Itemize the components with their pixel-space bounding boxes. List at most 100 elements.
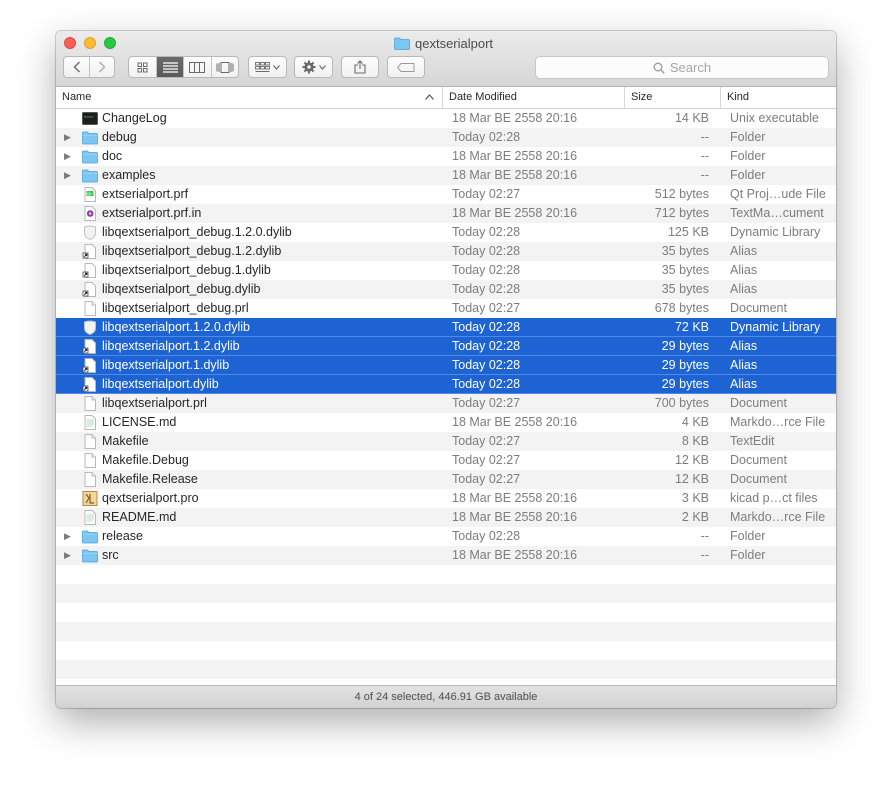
file-row[interactable]: Makefile Today 02:27 8 KB TextEdit bbox=[56, 432, 836, 451]
file-date-modified: 18 Mar BE 2558 20:16 bbox=[452, 206, 578, 220]
disclosure-triangle-icon[interactable]: ▶ bbox=[64, 527, 74, 546]
file-row[interactable]: libqextserialport_debug.dylib Today 02:28… bbox=[56, 280, 836, 299]
file-row[interactable]: ▶ src 18 Mar BE 2558 20:16 -- Folder bbox=[56, 546, 836, 565]
kicad-project-icon bbox=[82, 491, 98, 506]
arrange-button[interactable] bbox=[248, 56, 287, 78]
file-kind: Markdo…rce File bbox=[730, 415, 826, 429]
action-menu[interactable] bbox=[295, 57, 332, 77]
file-row[interactable]: libqextserialport.dylib Today 02:28 29 byt… bbox=[56, 375, 836, 394]
file-size: -- bbox=[700, 168, 709, 182]
file-size: 35 bytes bbox=[661, 282, 709, 296]
window-title-text: qextserialport bbox=[415, 35, 494, 51]
file-name: libqextserialport.1.dylib bbox=[102, 358, 230, 372]
file-row[interactable]: qextserialport.pro 18 Mar BE 2558 20:16 3 … bbox=[56, 489, 836, 508]
share-action[interactable] bbox=[342, 57, 378, 77]
folder-icon bbox=[394, 37, 410, 50]
file-row[interactable]: exec ChangeLog 18 Mar BE 2558 20:16 14 KB Un… bbox=[56, 109, 836, 128]
file-size: 125 KB bbox=[667, 225, 709, 239]
file-kind: Document bbox=[730, 453, 787, 467]
status-text: 4 of 24 selected, 446.91 GB available bbox=[354, 691, 538, 703]
disclosure-triangle-icon[interactable]: ▶ bbox=[64, 147, 74, 166]
action-button[interactable] bbox=[294, 56, 333, 78]
folder-icon bbox=[82, 168, 98, 183]
disclosure-triangle-icon[interactable]: ▶ bbox=[64, 128, 74, 147]
file-date-modified: Today 02:27 bbox=[452, 434, 521, 448]
chevron-down-icon bbox=[318, 64, 326, 70]
forward-button[interactable] bbox=[89, 57, 114, 77]
file-row[interactable]: libqextserialport.prl Today 02:27 700 byte… bbox=[56, 394, 836, 413]
file-row[interactable]: Makefile.Release Today 02:27 12 KB Document bbox=[56, 470, 836, 489]
file-row[interactable]: libqextserialport_debug.1.2.0.dylib Today… bbox=[56, 223, 836, 242]
file-size: -- bbox=[700, 529, 709, 543]
file-row[interactable]: libqextserialport.1.2.dylib Today 02:28 29… bbox=[56, 337, 836, 356]
share-icon bbox=[354, 60, 366, 74]
tag-icon bbox=[397, 62, 415, 72]
column-header-kind[interactable]: Kind bbox=[720, 87, 836, 108]
title-bar[interactable]: qextserialport Search bbox=[56, 31, 836, 87]
file-size: -- bbox=[700, 548, 709, 562]
disclosure-triangle-icon[interactable]: ▶ bbox=[64, 166, 74, 185]
minimize-button[interactable] bbox=[84, 37, 96, 49]
share-button[interactable] bbox=[341, 56, 379, 78]
file-row[interactable]: Qt extserialport.prf Today 02:27 512 bytes Q… bbox=[56, 185, 836, 204]
column-view-icon bbox=[189, 61, 206, 73]
file-row[interactable]: libqextserialport.1.dylib Today 02:28 29 b… bbox=[56, 356, 836, 375]
list-view-button[interactable] bbox=[156, 57, 183, 77]
file-size: 12 KB bbox=[674, 472, 709, 486]
file-size: 35 bytes bbox=[661, 244, 709, 258]
view-mode-buttons bbox=[128, 56, 239, 78]
tag-button[interactable] bbox=[387, 56, 425, 78]
folder-icon bbox=[82, 130, 98, 145]
file-kind: Dynamic Library bbox=[730, 225, 821, 239]
unix-executable-icon: exec bbox=[82, 111, 98, 126]
column-view-button[interactable] bbox=[183, 57, 211, 77]
file-kind: Folder bbox=[730, 529, 766, 543]
file-date-modified: Today 02:28 bbox=[452, 358, 521, 372]
disclosure-triangle-icon[interactable]: ▶ bbox=[64, 546, 74, 565]
file-row[interactable]: LICENSE.md 18 Mar BE 2558 20:16 4 KB Markdo… bbox=[56, 413, 836, 432]
file-name: libqextserialport.dylib bbox=[102, 377, 219, 391]
document-icon bbox=[82, 434, 98, 449]
file-row[interactable]: ▶ examples 18 Mar BE 2558 20:16 -- Folder bbox=[56, 166, 836, 185]
back-button[interactable] bbox=[64, 57, 89, 77]
close-button[interactable] bbox=[64, 37, 76, 49]
file-row[interactable]: Makefile.Debug Today 02:27 12 KB Document bbox=[56, 451, 836, 470]
zoom-button[interactable] bbox=[104, 37, 116, 49]
file-kind: Document bbox=[730, 472, 787, 486]
search-field[interactable]: Search bbox=[535, 56, 829, 79]
cover-flow-icon bbox=[216, 61, 234, 73]
arrange-menu[interactable] bbox=[249, 57, 286, 77]
file-date-modified: 18 Mar BE 2558 20:16 bbox=[452, 491, 578, 505]
column-header-size[interactable]: Size bbox=[624, 87, 720, 108]
file-date-modified: Today 02:28 bbox=[452, 529, 521, 543]
file-row[interactable]: README.md 18 Mar BE 2558 20:16 2 KB Markdo…… bbox=[56, 508, 836, 527]
file-row[interactable]: libqextserialport_debug.1.dylib Today 02:… bbox=[56, 261, 836, 280]
file-kind: Dynamic Library bbox=[730, 320, 821, 334]
file-row[interactable]: ▶ doc 18 Mar BE 2558 20:16 -- Folder bbox=[56, 147, 836, 166]
file-row[interactable]: ▶ debug Today 02:28 -- Folder bbox=[56, 128, 836, 147]
column-header-name[interactable]: Name bbox=[56, 87, 441, 108]
file-list: exec ChangeLog 18 Mar BE 2558 20:16 14 KB Un… bbox=[56, 109, 836, 685]
file-row[interactable]: libqextserialport.1.2.0.dylib Today 02:28… bbox=[56, 318, 836, 337]
file-row[interactable]: libqextserialport_debug.prl Today 02:27 67… bbox=[56, 299, 836, 318]
file-row[interactable]: extserialport.prf.in 18 Mar BE 2558 20:16… bbox=[56, 204, 836, 223]
file-kind: Alias bbox=[730, 358, 758, 372]
file-kind: TextMa…cument bbox=[730, 206, 824, 220]
file-row[interactable]: libqextserialport_debug.1.2.dylib Today 0… bbox=[56, 242, 836, 261]
finder-window: qextserialport Search Name Date Modified… bbox=[56, 31, 836, 708]
column-header-date[interactable]: Date Modified bbox=[442, 87, 624, 108]
cover-flow-button[interactable] bbox=[210, 57, 239, 77]
file-name: libqextserialport.1.2.dylib bbox=[102, 339, 240, 353]
file-row[interactable]: ▶ release Today 02:28 -- Folder bbox=[56, 527, 836, 546]
file-kind: Document bbox=[730, 301, 787, 315]
tag-action[interactable] bbox=[388, 57, 424, 77]
file-kind: Alias bbox=[730, 339, 758, 353]
search-placeholder: Search bbox=[669, 60, 712, 75]
file-date-modified: Today 02:27 bbox=[452, 472, 521, 486]
file-name: libqextserialport_debug.prl bbox=[102, 301, 249, 315]
file-date-modified: Today 02:28 bbox=[452, 282, 521, 296]
markdown-document-icon bbox=[82, 415, 98, 430]
file-size: 4 KB bbox=[681, 415, 709, 429]
icon-view-button[interactable] bbox=[129, 57, 156, 77]
empty-row bbox=[56, 660, 836, 679]
